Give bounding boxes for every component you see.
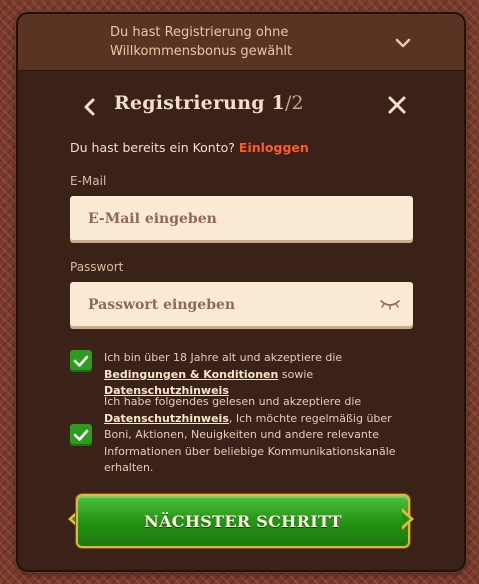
title-text: Registrierung	[114, 92, 265, 114]
page-title: Registrierung 1/2	[114, 92, 304, 114]
password-field-box	[70, 282, 413, 328]
close-icon[interactable]	[386, 94, 408, 116]
email-label: E-Mail	[70, 174, 107, 188]
next-step-button[interactable]: NÄCHSTER SCHRITT	[76, 494, 410, 548]
terms-checkbox[interactable]	[70, 350, 92, 372]
chevron-left-icon[interactable]	[78, 94, 102, 120]
marketing-privacy-link[interactable]: Datenschutzhinweis	[104, 412, 229, 425]
login-prompt-text: Du hast bereits ein Konto?	[70, 140, 235, 155]
bonus-text-line-1: Du hast Registrierung ohne	[110, 25, 289, 40]
next-step-button-wrap: NÄCHSTER SCHRITT	[68, 494, 414, 548]
next-step-label: NÄCHSTER SCHRITT	[144, 511, 342, 531]
terms-consent-text: Ich bin über 18 Jahre alt und akzeptiere…	[104, 350, 414, 400]
eye-closed-icon[interactable]	[379, 298, 401, 310]
email-field[interactable]	[86, 196, 380, 242]
chevron-down-icon[interactable]	[392, 32, 414, 54]
step-current: 1	[271, 92, 285, 114]
login-prompt: Du hast bereits ein Konto? Einloggen	[70, 140, 309, 155]
password-label: Passwort	[70, 260, 124, 274]
step-total: /2	[284, 92, 304, 114]
modal-header: Registrierung 1/2	[18, 92, 464, 122]
login-link[interactable]: Einloggen	[239, 140, 309, 155]
marketing-text-before: Ich habe folgendes gelesen und akzeptier…	[104, 395, 362, 408]
marketing-consent-text: Ich habe folgendes gelesen und akzeptier…	[104, 394, 414, 477]
bonus-selection-text: Du hast Registrierung ohne Willkommensbo…	[110, 23, 370, 61]
bonus-selection-bar[interactable]: Du hast Registrierung ohne Willkommensbo…	[18, 14, 464, 71]
password-field[interactable]	[86, 282, 380, 328]
button-ornament-right-icon	[402, 508, 414, 530]
terms-link[interactable]: Bedingungen & Konditionen	[104, 368, 278, 381]
terms-text-middle: sowie	[281, 367, 314, 381]
registration-modal: Du hast Registrierung ohne Willkommensbo…	[16, 12, 466, 572]
bonus-text-line-2: Willkommensbonus gewählt	[110, 44, 293, 59]
terms-text-before: Ich bin über 18 Jahre alt und akzeptiere…	[104, 351, 343, 364]
email-field-box	[70, 196, 413, 242]
checkmark-icon	[73, 355, 89, 367]
checkmark-icon	[73, 429, 89, 441]
marketing-checkbox[interactable]	[70, 424, 92, 446]
